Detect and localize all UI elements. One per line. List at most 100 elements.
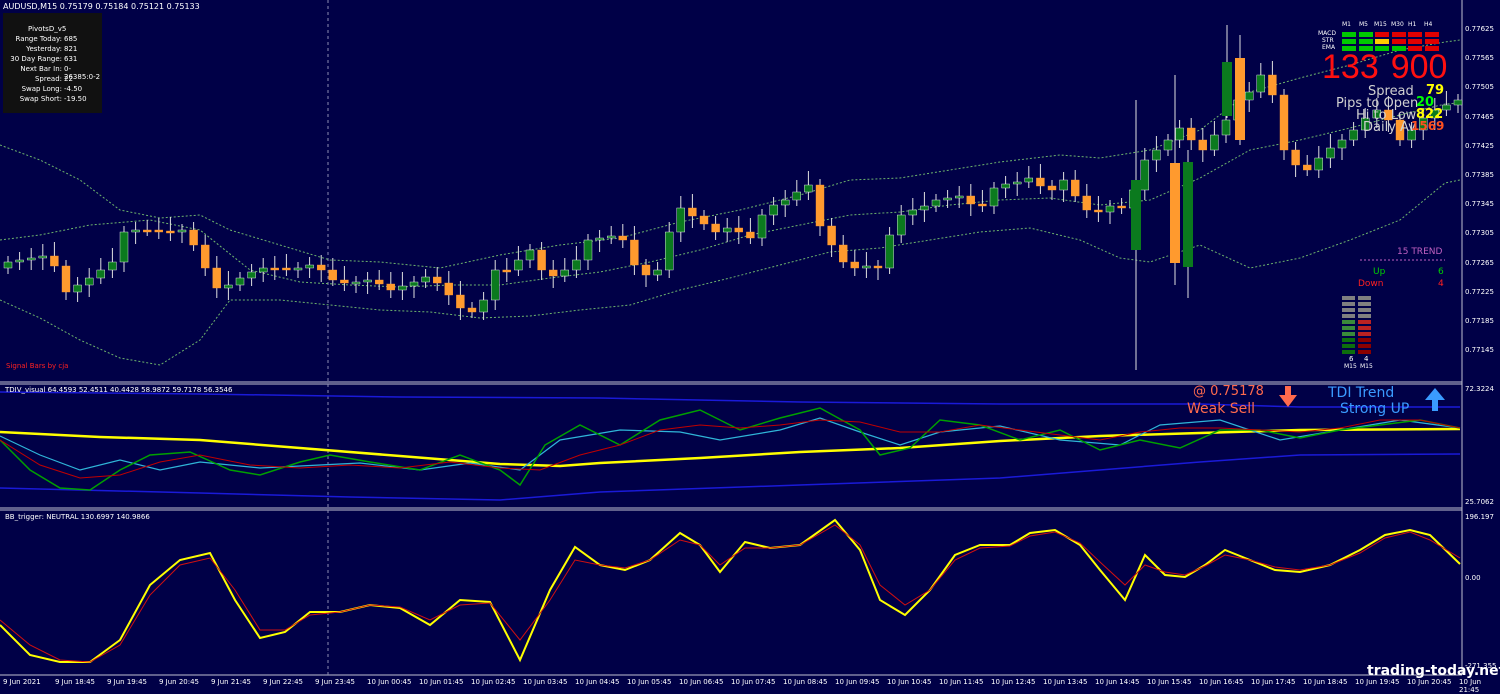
candle-body <box>711 223 720 233</box>
x-tick-label: 10 Jun 20:45 <box>1407 678 1452 686</box>
candle-body <box>247 271 256 279</box>
pivot-value: -19.50 <box>64 95 87 103</box>
candle-body <box>1094 209 1103 213</box>
candle-body <box>653 269 662 276</box>
x-tick-label: 10 Jun 01:45 <box>419 678 464 686</box>
x-tick-label: 10 Jun 14:45 <box>1095 678 1140 686</box>
candle-body <box>1024 177 1034 183</box>
candle-body <box>1222 62 1232 116</box>
candle-body <box>514 259 523 271</box>
candle-body <box>502 269 511 273</box>
candle-body <box>305 264 314 269</box>
tdi-y-bottom: 25.7062 <box>1465 498 1494 506</box>
candle-body <box>119 231 129 263</box>
candle-body <box>108 261 117 271</box>
matrix-cell <box>1391 32 1406 37</box>
trend-bar-left <box>1342 344 1355 348</box>
trend-bar-left <box>1342 350 1355 354</box>
candle-body <box>1279 94 1289 151</box>
candle-body <box>433 276 442 284</box>
trend-bar-right <box>1358 338 1371 342</box>
candle-body <box>537 249 546 271</box>
candle-body <box>131 229 140 233</box>
x-tick-label: 9 Jun 20:45 <box>159 678 200 686</box>
candle-body <box>293 267 303 271</box>
candle-body <box>1013 181 1022 185</box>
candle-body <box>757 214 767 239</box>
candle-body <box>1337 139 1347 149</box>
x-tick-label: 10 Jun 17:45 <box>1251 678 1296 686</box>
trend-bar-right <box>1358 344 1371 348</box>
candle-body <box>1117 205 1126 209</box>
candle-body <box>212 267 222 289</box>
candle-body <box>850 261 859 269</box>
candle-body <box>38 255 47 259</box>
trend-bar-right <box>1358 332 1371 336</box>
trend-bar-left <box>1342 326 1355 330</box>
candle-body <box>375 279 384 285</box>
candle-body <box>572 259 581 271</box>
candle-body <box>61 265 71 293</box>
x-tick-label: 10 Jun 18:45 <box>1303 678 1348 686</box>
trend-bar-right <box>1358 308 1371 312</box>
candle-body <box>1152 149 1161 161</box>
x-tick-label: 10 Jun 02:45 <box>471 678 516 686</box>
matrix-col-header: M1 <box>1342 21 1351 28</box>
pivot-value: 685 <box>64 35 78 43</box>
candle-body <box>444 282 453 296</box>
matrix-cell <box>1375 32 1389 37</box>
candle-body <box>1235 58 1245 140</box>
y-tick-label: 0.77565 <box>1465 54 1494 63</box>
pivots-title: PivotsD_v5 <box>28 25 67 33</box>
candle-body <box>897 214 906 236</box>
candle-body <box>1314 157 1324 171</box>
bb-y-mid: 0.00 <box>1465 574 1481 582</box>
trend-bar-left <box>1342 296 1355 300</box>
candle-body <box>804 184 813 193</box>
chart-canvas[interactable] <box>0 0 1500 690</box>
candle-body <box>618 235 627 241</box>
candle-body <box>200 244 210 269</box>
trend-bar-left <box>1342 314 1355 318</box>
candle-body <box>607 235 616 239</box>
pivot-label: Spread: <box>34 75 62 83</box>
trend-col1-label: M15 <box>1344 363 1357 370</box>
x-tick-label: 10 Jun 10:45 <box>887 678 932 686</box>
candle-body <box>1198 139 1208 151</box>
candle-body <box>1442 104 1451 111</box>
matrix-col-header: M30 <box>1391 21 1404 28</box>
y-tick-label: 0.77425 <box>1465 141 1494 150</box>
candle-body <box>270 267 279 271</box>
candle-body <box>1291 149 1300 166</box>
bb-y-top: 196.197 <box>1465 513 1494 521</box>
candle-body <box>827 225 836 246</box>
candle-body <box>1268 74 1277 96</box>
candle-body <box>1140 159 1150 191</box>
candle-body <box>1163 139 1173 151</box>
x-tick-label: 10 Jun 11:45 <box>939 678 984 686</box>
x-tick-label: 10 Jun 19:45 <box>1355 678 1400 686</box>
candle-body <box>862 265 871 269</box>
candle-body <box>1105 205 1115 213</box>
candle-body <box>142 229 152 233</box>
matrix-col-header: H4 <box>1424 21 1433 28</box>
x-tick-label: 9 Jun 21:45 <box>211 678 252 686</box>
trend-down-label: Down <box>1358 279 1384 289</box>
candle-body <box>398 285 407 291</box>
candle-body <box>386 283 395 291</box>
x-tick-label: 10 Jun 03:45 <box>523 678 568 686</box>
x-tick-label: 10 Jun 05:45 <box>627 678 672 686</box>
candle-body <box>317 264 326 271</box>
tdi-price-label: @ 0.75178 <box>1193 384 1264 399</box>
matrix-cell <box>1342 39 1356 44</box>
candle-body <box>630 239 639 266</box>
candle-body <box>1221 119 1231 136</box>
x-tick-label: 10 Jun 00:45 <box>367 678 412 686</box>
pivots-panel: PivotsD_v5 Range Today: 685 Yesterday: 8… <box>3 13 102 113</box>
candle-body <box>839 244 848 263</box>
candle-body <box>328 269 337 281</box>
big-number-left: 133 <box>1322 48 1379 86</box>
candle-body <box>84 277 94 286</box>
watermark: trading-today.net <box>1367 663 1500 679</box>
matrix-col-header: M15 <box>1374 21 1387 28</box>
